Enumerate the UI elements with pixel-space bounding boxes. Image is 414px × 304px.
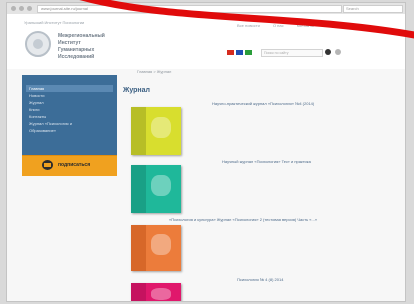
top-link[interactable]: О нас xyxy=(273,23,284,28)
flag-ru-icon[interactable] xyxy=(227,50,234,55)
cover-art xyxy=(131,225,146,271)
sidebar-item[interactable]: Контакты xyxy=(22,113,117,120)
sidebar-item[interactable]: Главная xyxy=(26,85,113,92)
search-icon[interactable] xyxy=(325,49,331,55)
sidebar-menu: Главная Новости Журнал Книги Контакты Жу… xyxy=(22,75,117,155)
sidebar-item[interactable]: Журнал xyxy=(22,99,117,106)
top-link[interactable]: Все новости xyxy=(237,23,260,28)
issue-cover[interactable] xyxy=(131,165,181,213)
top-link[interactable]: Контакты xyxy=(297,23,314,28)
breadcrumb[interactable]: Главная > Журнал xyxy=(137,69,171,74)
issue-caption[interactable]: Психология № 4 (8) 2014 xyxy=(237,277,283,282)
cover-art xyxy=(131,165,146,213)
cover-art xyxy=(151,116,171,139)
institute-name[interactable]: Уральский Институт Психологии xyxy=(24,20,84,25)
cover-art xyxy=(131,107,146,155)
back-button-icon[interactable] xyxy=(11,6,16,11)
issue-caption[interactable]: «Психология и культура» Журнал «Психолог… xyxy=(169,217,317,222)
cover-art xyxy=(151,288,171,300)
page-title: Журнал xyxy=(123,87,150,94)
subscribe-button[interactable]: подписаться xyxy=(22,155,117,176)
reload-button-icon[interactable] xyxy=(27,6,32,11)
logo-line: Межрегиональный xyxy=(58,33,105,39)
logo-line: Гуманитарных xyxy=(58,47,95,53)
forward-button-icon[interactable] xyxy=(19,6,24,11)
top-navigation: Все новости О нас Контакты Карта сайта xyxy=(237,23,361,28)
sidebar-item[interactable]: Книги xyxy=(22,106,117,113)
flag-en-icon[interactable] xyxy=(236,50,243,55)
cover-art xyxy=(131,283,146,301)
subscribe-label: подписаться xyxy=(58,162,91,168)
top-link[interactable]: Карта сайта xyxy=(327,23,349,28)
mail-icon xyxy=(42,160,53,170)
sidebar-item[interactable]: Журнал «Психология и xyxy=(22,120,117,127)
sidebar-item[interactable]: Новости xyxy=(22,92,117,99)
settings-icon[interactable] xyxy=(335,49,341,55)
address-bar[interactable]: www.journal-site.ru/journal xyxy=(37,5,342,13)
site-search-input[interactable]: Поиск по сайту xyxy=(261,49,323,57)
page-content: Главная Новости Журнал Книги Контакты Жу… xyxy=(7,69,405,301)
cover-art xyxy=(151,234,171,255)
flag-de-icon[interactable] xyxy=(245,50,252,55)
issue-cover[interactable] xyxy=(131,107,181,155)
issue-cover[interactable] xyxy=(131,225,181,271)
sidebar-item[interactable]: Образование» xyxy=(22,127,117,134)
logo-line: Исследований xyxy=(58,54,95,60)
issue-caption[interactable]: Научно-практический журнал «Психология» … xyxy=(212,101,314,106)
issue-cover[interactable] xyxy=(131,283,181,301)
logo-line: Институт xyxy=(58,40,81,46)
browser-search-input[interactable]: Search xyxy=(343,5,403,13)
logo-emblem-icon[interactable] xyxy=(25,31,51,57)
site-header: Уральский Институт Психологии Межрегиона… xyxy=(7,14,405,69)
logo-text[interactable]: Межрегиональный Институт Гуманитарных Ис… xyxy=(58,33,105,61)
cover-art xyxy=(151,174,171,197)
browser-window: www.journal-site.ru/journal Search Ураль… xyxy=(6,2,406,302)
issue-caption[interactable]: Научный журнал «Психология» Тест и практ… xyxy=(222,159,311,164)
